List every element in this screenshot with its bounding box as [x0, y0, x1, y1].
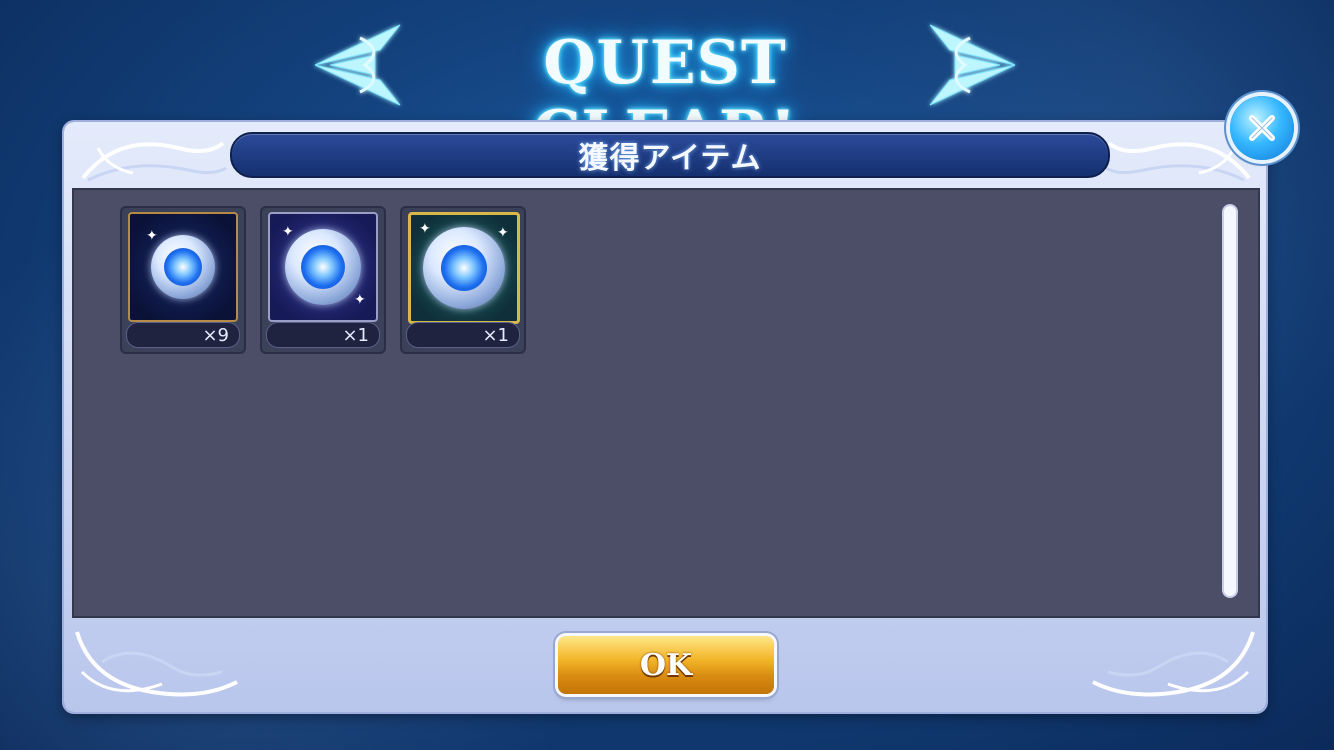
item-count-bar: ×1 [266, 322, 380, 348]
dialog-header: 獲得アイテム [230, 132, 1110, 178]
sparkle-icon: ✦ [146, 228, 158, 244]
item-count: ×1 [342, 325, 369, 346]
item-image: ✦ ✦ [268, 212, 378, 322]
item-slot[interactable]: ✦ ✦ ×1 [260, 206, 386, 354]
bottom-right-ornament-icon [1092, 631, 1255, 697]
crystal-orb-icon [285, 229, 361, 305]
sparkle-icon: ✦ [419, 221, 431, 237]
item-image: ✦ ✦ [408, 212, 520, 324]
ok-button[interactable]: OK [558, 636, 774, 694]
quest-clear-banner: QUEST CLEAR! [300, 10, 1030, 168]
close-icon [1249, 115, 1275, 141]
item-slot[interactable]: ✦ ×9 [120, 206, 246, 354]
left-wing-ornament-icon [314, 24, 401, 106]
bottom-left-ornament-icon [75, 631, 238, 697]
close-button[interactable] [1230, 96, 1294, 160]
crystal-orb-icon [423, 227, 505, 309]
right-wing-ornament-icon [929, 24, 1016, 106]
item-image: ✦ [128, 212, 238, 322]
dialog-header-label: 獲得アイテム [578, 141, 762, 176]
sparkle-icon: ✦ [282, 224, 294, 240]
sparkle-icon: ✦ [497, 225, 509, 241]
top-left-ornament-icon [81, 141, 227, 182]
item-count-bar: ×1 [406, 322, 520, 348]
item-count: ×9 [202, 325, 229, 346]
scrollbar[interactable] [1224, 206, 1236, 596]
ok-button-label: OK [639, 647, 693, 683]
item-list[interactable]: ✦ ×9 ✦ ✦ ×1 ✦ ✦ ×1 [72, 188, 1260, 618]
item-count-bar: ×9 [126, 322, 240, 348]
crystal-orb-icon [151, 235, 215, 299]
sparkle-icon: ✦ [354, 292, 366, 308]
item-slot[interactable]: ✦ ✦ ×1 [400, 206, 526, 354]
item-count: ×1 [482, 325, 509, 346]
reward-dialog: 獲得アイテム ✦ ×9 ✦ ✦ ×1 ✦ ✦ ×1 OK [64, 122, 1266, 712]
